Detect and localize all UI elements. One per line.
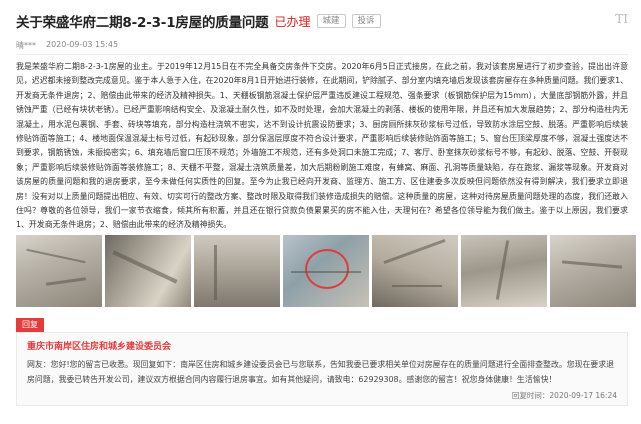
post-meta: 晴*** 2020-09-03 15:45 — [16, 40, 118, 51]
photo-6[interactable] — [461, 235, 547, 307]
reply-time: 回复时间：2020-09-17 16:24 — [512, 390, 617, 401]
tag-category[interactable]: 城建 — [316, 14, 346, 28]
post-time: 2020-09-03 15:45 — [46, 40, 119, 49]
header-divider — [16, 54, 628, 55]
photo-1[interactable] — [16, 235, 102, 307]
post-header: 关于荣盛华府二期8-2-3-1房屋的质量问题 已办理 城建 投诉 TI — [16, 8, 628, 34]
reply-organization: 重庆市南岸区住房和城乡建设委员会 — [27, 342, 172, 352]
photo-5[interactable] — [372, 235, 458, 307]
photo-3[interactable] — [194, 235, 280, 307]
reply-box: 重庆市南岸区住房和城乡建设委员会 网友：您好!您的留言已收悉。现回复如下：南岸区… — [16, 332, 628, 406]
photo-4[interactable] — [283, 235, 369, 307]
author-name: 晴*** — [16, 41, 36, 50]
post-title: 关于荣盛华府二期8-2-3-1房屋的质量问题 — [16, 15, 269, 31]
reply-text: 网友：您好!您的留言已收悉。现回复如下：南岸区住房和城乡建设委员会已与您联系，告… — [27, 360, 615, 384]
photo-7[interactable] — [550, 235, 636, 307]
photo-gallery — [16, 235, 636, 307]
status-badge: 已办理 — [274, 14, 311, 29]
photo-2[interactable] — [105, 235, 191, 307]
font-size-icon[interactable]: TI — [615, 12, 628, 26]
tag-type[interactable]: 投诉 — [351, 14, 381, 28]
reply-time-label: 回复时间： — [511, 391, 550, 400]
reply-badge: 回复 — [16, 318, 44, 332]
post-body: 我是荣盛华府二期8-2-3-1房屋的业主。于2019年12月15日在不完全具备交… — [16, 62, 628, 230]
reply-time-value: 2020-09-17 16:24 — [549, 391, 617, 400]
